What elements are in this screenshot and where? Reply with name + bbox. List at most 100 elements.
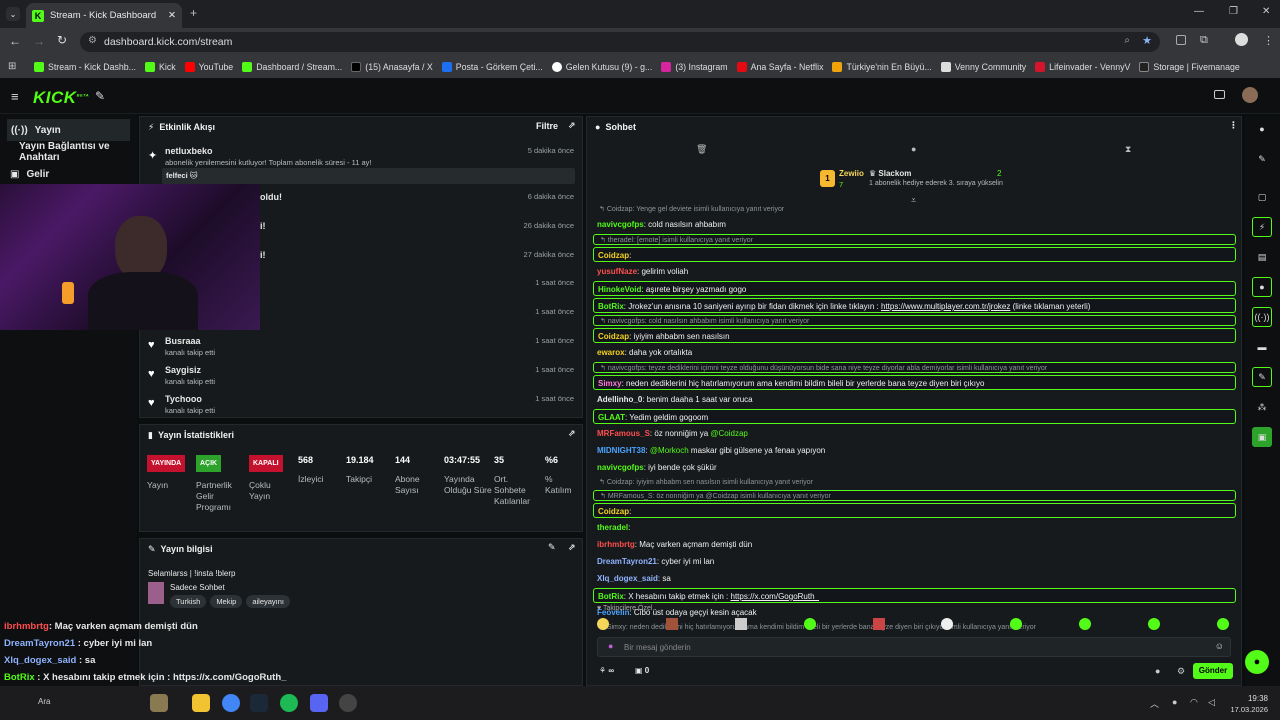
notes-icon[interactable]: ▤ xyxy=(1252,247,1272,267)
chat-username[interactable]: Coidzap xyxy=(598,332,629,341)
chat-message[interactable]: Coidzap: iyiyim ahbabm sen nasılsın xyxy=(593,328,1236,343)
extension-icon[interactable] xyxy=(1176,35,1186,45)
chat-message[interactable]: theradel: xyxy=(593,520,1236,535)
kick-logo[interactable]: KICKBETA xyxy=(33,88,89,108)
user-avatar[interactable] xyxy=(1242,87,1258,103)
chat-username[interactable]: MIDNIGHT38 xyxy=(597,446,645,455)
emote-picker-icon[interactable]: ● xyxy=(608,641,613,651)
apps-grid-icon[interactable]: ⊞ xyxy=(8,61,16,72)
chat-menu-icon[interactable]: ⋮ xyxy=(1229,120,1238,131)
send-button[interactable]: Gönder xyxy=(1193,663,1233,679)
nav-item-stream-key[interactable]: Yayın Bağlantısı ve Anahtarı xyxy=(0,141,137,163)
folder-icon[interactable] xyxy=(192,694,210,712)
chat-message[interactable]: Coidzap: xyxy=(593,247,1236,262)
bookmark-item[interactable]: (15) Anasayfa / X xyxy=(351,62,433,72)
zoom-icon[interactable]: ⌕ xyxy=(1124,35,1130,46)
lightning-icon[interactable]: ⚡ xyxy=(1252,217,1272,237)
chat-message[interactable]: Coidzap: xyxy=(593,503,1236,518)
bookmark-item[interactable]: (3) Instagram xyxy=(661,62,728,72)
chat-icon[interactable]: ● xyxy=(1252,277,1272,297)
chat-mention[interactable]: @Morkoch xyxy=(650,446,689,455)
chat-username[interactable]: BotRix xyxy=(598,302,624,311)
chat-reply-context[interactable]: ↰ Coidzap: iyiyim ahbabm sen nasılsın is… xyxy=(593,477,1236,488)
chat-message[interactable]: Xlq_dogex_said: sa xyxy=(593,571,1236,586)
broadcast-icon[interactable]: ((·)) xyxy=(1252,307,1272,327)
bookmark-item[interactable]: YouTube xyxy=(184,62,233,72)
hamburger-menu-icon[interactable]: ≡ xyxy=(11,89,19,104)
emote-icon[interactable] xyxy=(665,618,678,630)
chat-username[interactable]: MRFamous_S xyxy=(597,429,650,438)
wallet-icon[interactable] xyxy=(1214,90,1225,99)
chat-message[interactable]: MRFamous_S: öz nonniğim ya @Coidzap xyxy=(593,426,1236,441)
nodes-icon[interactable]: ⁂ xyxy=(1252,397,1272,417)
settings-gear-icon[interactable]: ⚙ xyxy=(1177,666,1185,677)
chat-message[interactable]: navivcgofps: cold nasılsın ahbabım xyxy=(593,217,1236,232)
chat-username[interactable]: navivcgofps xyxy=(597,463,644,472)
bot-icon[interactable]: ▣ xyxy=(1252,427,1272,447)
chat-username[interactable]: ewarox xyxy=(597,348,625,357)
emoji-icon[interactable]: ☺ xyxy=(1215,641,1224,651)
bookmark-item[interactable]: Lifeinvader - VennyV xyxy=(1035,62,1130,72)
browser-tab[interactable]: K Stream - Kick Dashboard ✕ xyxy=(26,3,182,28)
chat-message[interactable]: Simxy: neden dediklerini hiç hatırlamıyo… xyxy=(593,375,1236,390)
chat-username[interactable]: Simxy xyxy=(598,379,622,388)
chat-reply-context[interactable]: ↰ navivcgofps: cold nasılsın ahbabım isi… xyxy=(593,315,1236,326)
chat-reply-context[interactable]: ↰ Coidzap: Yenge gel deviete isimli kull… xyxy=(593,204,1236,215)
chat-username[interactable]: ibrhmbrtg xyxy=(597,540,635,549)
bookmark-item[interactable]: Posta - Görkem Çeti... xyxy=(441,62,543,72)
chat-username[interactable]: theradel xyxy=(597,523,628,532)
chat-reply-context[interactable]: ↰ navivcgofps: teyze dediklerini içimni … xyxy=(593,362,1236,373)
emote-icon[interactable] xyxy=(597,618,609,630)
chat-username[interactable]: BotRix xyxy=(598,592,624,601)
video-icon[interactable]: ▬ xyxy=(1252,337,1272,357)
mic-icon[interactable]: ● xyxy=(1172,697,1177,707)
popout-icon[interactable]: ⇗ xyxy=(568,120,576,131)
chat-message[interactable]: HinokeVoid: aşırete birşey yazmadı gogo xyxy=(593,281,1236,296)
chat-link[interactable]: https://www.multiplayer.com.tr/jrokez xyxy=(881,302,1010,311)
chat-username[interactable]: HinokeVoid xyxy=(598,285,641,294)
close-window-icon[interactable]: ✕ xyxy=(1262,6,1270,17)
chat-message[interactable]: GLAAT: Yedim geldim gogoom xyxy=(593,409,1236,424)
bookmark-item[interactable]: Gelen Kutusu (9) - g... xyxy=(551,62,652,72)
emote-icon[interactable] xyxy=(1216,618,1229,630)
emote-icon[interactable] xyxy=(734,618,747,630)
chat-username[interactable]: navivcgofps xyxy=(597,220,644,229)
chat-message[interactable]: ewarox: daha yok ortalıkta xyxy=(593,345,1236,360)
volume-icon[interactable]: ◁ xyxy=(1208,697,1215,708)
url-input[interactable]: ⚙ dashboard.kick.com/stream ⌕ ★ xyxy=(80,32,1160,52)
emote-icon[interactable] xyxy=(1079,618,1092,630)
site-info-icon[interactable]: ⚙ xyxy=(88,35,97,46)
bookmark-item[interactable]: Ana Sayfa - Netflix xyxy=(736,62,823,72)
chat-username[interactable]: Xlq_dogex_said xyxy=(597,574,658,583)
chat-message[interactable]: ibrhmbrtg: Maç varken açmam demişti dün xyxy=(593,537,1236,552)
chat-message[interactable]: DreamTayron21: cyber iyi mi lan xyxy=(593,554,1236,569)
nav-item-gelir[interactable]: ▣ Gelir xyxy=(0,163,137,185)
popout-icon[interactable]: ⇗ xyxy=(568,542,576,553)
chat-input[interactable]: ● Bir mesaj gönderin ☺ xyxy=(597,637,1231,657)
chat-reply-context[interactable]: ↰ theradel: [emote] isimli kullanıcıya y… xyxy=(593,234,1236,245)
tab-search-icon[interactable]: ⌄ xyxy=(6,7,20,21)
wrench-icon[interactable]: ✎ xyxy=(1252,367,1272,387)
menu-dots-icon[interactable]: ⋮ xyxy=(1263,34,1274,47)
slow-mode-icon[interactable]: ⧗ xyxy=(1125,144,1131,155)
bookmark-item[interactable]: Dashboard / Stream... xyxy=(242,62,342,72)
steam-icon[interactable] xyxy=(250,694,268,712)
filter-button[interactable]: Filtre xyxy=(536,121,558,131)
emote-icon[interactable] xyxy=(1148,618,1160,630)
chat-username[interactable]: DreamTayron21 xyxy=(597,557,657,566)
chat-username[interactable]: Adellinho_0 xyxy=(597,395,642,404)
new-tab-icon[interactable]: + xyxy=(190,6,197,20)
chat-message[interactable]: BotRix: Jrokez'un anısına 10 saniyeni ay… xyxy=(593,298,1236,313)
chat-bubble-icon[interactable]: ● xyxy=(1155,666,1160,676)
chat-username[interactable]: yusufNaze xyxy=(597,267,637,276)
chat-username[interactable]: Coidzap xyxy=(598,507,629,516)
back-icon[interactable]: ← xyxy=(9,34,21,48)
close-tab-icon[interactable]: ✕ xyxy=(168,10,176,21)
profile-avatar[interactable] xyxy=(1235,33,1248,46)
emote-icon[interactable] xyxy=(803,618,816,630)
bookmark-item[interactable]: Stream - Kick Dashb... xyxy=(34,62,136,72)
emote-icon[interactable] xyxy=(872,618,885,630)
obs-icon[interactable] xyxy=(339,694,357,712)
trash-icon[interactable]: 🗑 xyxy=(696,144,707,155)
bookmark-item[interactable]: Kick xyxy=(145,62,176,72)
